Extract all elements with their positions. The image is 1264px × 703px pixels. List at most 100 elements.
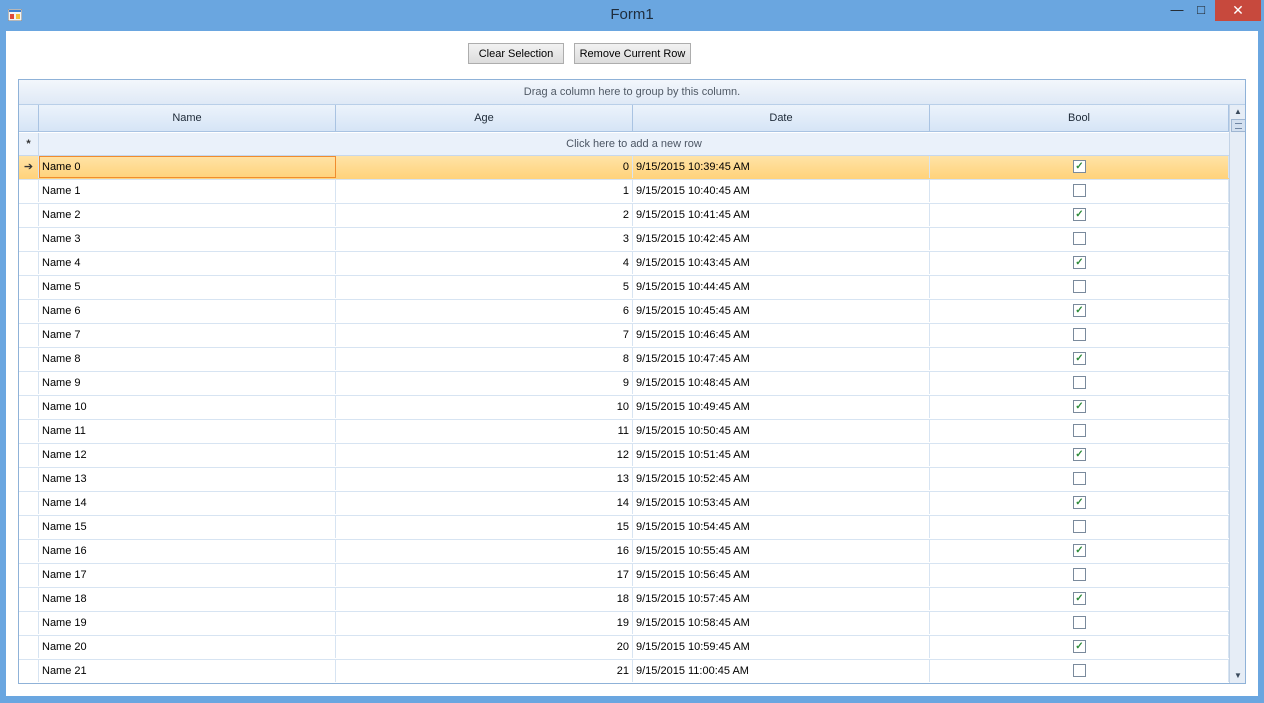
column-header-age[interactable]: Age — [336, 105, 633, 132]
date-cell[interactable]: 9/15/2015 10:42:45 AM — [633, 228, 930, 250]
date-cell[interactable]: 9/15/2015 10:51:45 AM — [633, 444, 930, 466]
checkbox-checked[interactable]: ✓ — [1073, 592, 1086, 605]
date-cell[interactable]: 9/15/2015 10:40:45 AM — [633, 180, 930, 202]
table-row[interactable]: Name 6 6 9/15/2015 10:45:45 AM ✓ — [19, 300, 1229, 324]
row-indicator[interactable] — [19, 324, 39, 346]
checkbox-checked[interactable]: ✓ — [1073, 640, 1086, 653]
table-row[interactable]: ➔ Name 0 0 9/15/2015 10:39:45 AM ✓ — [19, 156, 1229, 180]
table-row[interactable]: Name 11 11 9/15/2015 10:50:45 AM — [19, 420, 1229, 444]
age-cell[interactable]: 8 — [336, 348, 633, 370]
row-indicator[interactable] — [19, 348, 39, 370]
table-row[interactable]: Name 18 18 9/15/2015 10:57:45 AM ✓ — [19, 588, 1229, 612]
age-cell[interactable]: 16 — [336, 540, 633, 562]
table-row[interactable]: Name 12 12 9/15/2015 10:51:45 AM ✓ — [19, 444, 1229, 468]
age-cell[interactable]: 11 — [336, 420, 633, 442]
row-indicator[interactable] — [19, 396, 39, 418]
name-cell[interactable]: Name 16 — [39, 540, 336, 562]
date-cell[interactable]: 9/15/2015 10:41:45 AM — [633, 204, 930, 226]
checkbox-checked[interactable]: ✓ — [1073, 448, 1086, 461]
table-row[interactable]: Name 7 7 9/15/2015 10:46:45 AM — [19, 324, 1229, 348]
group-by-panel[interactable]: Drag a column here to group by this colu… — [19, 80, 1245, 105]
date-cell[interactable]: 9/15/2015 10:53:45 AM — [633, 492, 930, 514]
scroll-thumb[interactable] — [1231, 119, 1245, 132]
table-row[interactable]: Name 5 5 9/15/2015 10:44:45 AM — [19, 276, 1229, 300]
table-row[interactable]: Name 20 20 9/15/2015 10:59:45 AM ✓ — [19, 636, 1229, 660]
column-header-bool[interactable]: Bool — [930, 105, 1229, 132]
checkbox-checked[interactable]: ✓ — [1073, 160, 1086, 173]
age-cell[interactable]: 7 — [336, 324, 633, 346]
new-row-prompt[interactable]: Click here to add a new row — [39, 133, 1229, 155]
date-cell[interactable]: 9/15/2015 10:48:45 AM — [633, 372, 930, 394]
checkbox-unchecked[interactable] — [1073, 520, 1086, 533]
table-row[interactable]: Name 21 21 9/15/2015 11:00:45 AM — [19, 660, 1229, 683]
date-cell[interactable]: 9/15/2015 10:56:45 AM — [633, 564, 930, 586]
vertical-scrollbar[interactable]: ▲ ▼ — [1229, 105, 1245, 683]
checkbox-unchecked[interactable] — [1073, 424, 1086, 437]
name-cell[interactable]: Name 20 — [39, 636, 336, 658]
table-row[interactable]: Name 8 8 9/15/2015 10:47:45 AM ✓ — [19, 348, 1229, 372]
scroll-up-arrow-icon[interactable]: ▲ — [1230, 105, 1245, 119]
row-indicator[interactable] — [19, 660, 39, 682]
scroll-down-arrow-icon[interactable]: ▼ — [1230, 669, 1245, 683]
age-cell[interactable]: 20 — [336, 636, 633, 658]
row-indicator[interactable] — [19, 636, 39, 658]
age-cell[interactable]: 14 — [336, 492, 633, 514]
age-cell[interactable]: 19 — [336, 612, 633, 634]
name-cell[interactable]: Name 0 — [39, 156, 336, 178]
checkbox-unchecked[interactable] — [1073, 664, 1086, 677]
remove-current-row-button[interactable]: Remove Current Row — [574, 43, 691, 64]
age-cell[interactable]: 2 — [336, 204, 633, 226]
date-cell[interactable]: 9/15/2015 10:58:45 AM — [633, 612, 930, 634]
column-header-name[interactable]: Name — [39, 105, 336, 132]
row-indicator[interactable] — [19, 372, 39, 394]
checkbox-unchecked[interactable] — [1073, 376, 1086, 389]
age-cell[interactable]: 6 — [336, 300, 633, 322]
date-cell[interactable]: 9/15/2015 10:44:45 AM — [633, 276, 930, 298]
checkbox-checked[interactable]: ✓ — [1073, 496, 1086, 509]
row-indicator[interactable] — [19, 276, 39, 298]
close-button[interactable]: ✕ — [1215, 0, 1261, 21]
checkbox-unchecked[interactable] — [1073, 568, 1086, 581]
name-cell[interactable]: Name 3 — [39, 228, 336, 250]
name-cell[interactable]: Name 19 — [39, 612, 336, 634]
row-indicator[interactable] — [19, 468, 39, 490]
table-row[interactable]: Name 10 10 9/15/2015 10:49:45 AM ✓ — [19, 396, 1229, 420]
table-row[interactable]: Name 1 1 9/15/2015 10:40:45 AM — [19, 180, 1229, 204]
row-indicator[interactable] — [19, 492, 39, 514]
age-cell[interactable]: 13 — [336, 468, 633, 490]
row-indicator[interactable] — [19, 540, 39, 562]
row-indicator[interactable] — [19, 516, 39, 538]
row-indicator[interactable] — [19, 252, 39, 274]
row-indicator[interactable] — [19, 300, 39, 322]
checkbox-unchecked[interactable] — [1073, 280, 1086, 293]
table-row[interactable]: Name 3 3 9/15/2015 10:42:45 AM — [19, 228, 1229, 252]
name-cell[interactable]: Name 6 — [39, 300, 336, 322]
checkbox-unchecked[interactable] — [1073, 184, 1086, 197]
name-cell[interactable]: Name 14 — [39, 492, 336, 514]
row-indicator[interactable] — [19, 612, 39, 634]
row-indicator[interactable] — [19, 564, 39, 586]
age-cell[interactable]: 12 — [336, 444, 633, 466]
row-indicator[interactable] — [19, 588, 39, 610]
row-indicator[interactable] — [19, 204, 39, 226]
name-cell[interactable]: Name 21 — [39, 660, 336, 682]
name-cell[interactable]: Name 12 — [39, 444, 336, 466]
checkbox-checked[interactable]: ✓ — [1073, 256, 1086, 269]
name-cell[interactable]: Name 17 — [39, 564, 336, 586]
date-cell[interactable]: 9/15/2015 10:45:45 AM — [633, 300, 930, 322]
date-cell[interactable]: 9/15/2015 10:46:45 AM — [633, 324, 930, 346]
name-cell[interactable]: Name 15 — [39, 516, 336, 538]
clear-selection-button[interactable]: Clear Selection — [468, 43, 564, 64]
row-indicator[interactable] — [19, 180, 39, 202]
date-cell[interactable]: 9/15/2015 10:55:45 AM — [633, 540, 930, 562]
checkbox-unchecked[interactable] — [1073, 232, 1086, 245]
table-row[interactable]: Name 17 17 9/15/2015 10:56:45 AM — [19, 564, 1229, 588]
name-cell[interactable]: Name 8 — [39, 348, 336, 370]
name-cell[interactable]: Name 18 — [39, 588, 336, 610]
table-row[interactable]: Name 4 4 9/15/2015 10:43:45 AM ✓ — [19, 252, 1229, 276]
table-row[interactable]: Name 9 9 9/15/2015 10:48:45 AM — [19, 372, 1229, 396]
checkbox-unchecked[interactable] — [1073, 328, 1086, 341]
new-row[interactable]: * Click here to add a new row — [19, 133, 1229, 156]
name-cell[interactable]: Name 2 — [39, 204, 336, 226]
date-cell[interactable]: 9/15/2015 10:54:45 AM — [633, 516, 930, 538]
